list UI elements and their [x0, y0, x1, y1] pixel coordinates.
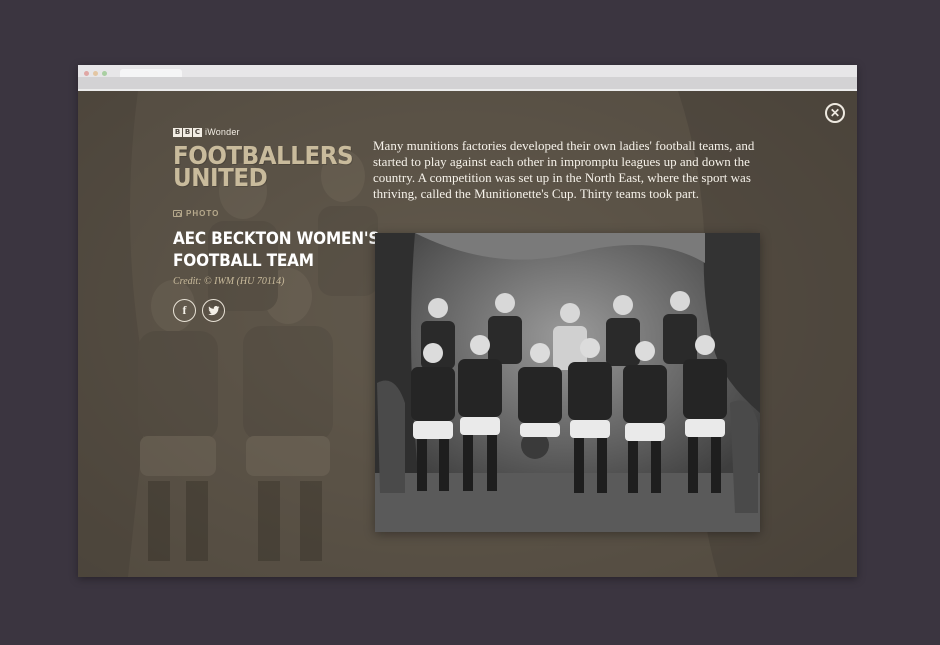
- description-text: Many munitions factories developed their…: [373, 138, 755, 201]
- browser-tab[interactable]: [120, 69, 182, 77]
- iwonder-label: iWonder: [205, 127, 240, 137]
- close-icon[interactable]: ✕: [825, 103, 845, 123]
- media-type-label: PHOTO: [186, 209, 220, 218]
- twitter-bird-icon: [207, 305, 219, 315]
- info-panel: B B C iWonder FOOTBALLERS UNITED PHOTO A…: [173, 127, 380, 322]
- media-type: PHOTO: [173, 209, 353, 218]
- close-window-dot[interactable]: [84, 71, 89, 76]
- photo-credit: Credit: © IWM (HU 70114): [173, 276, 285, 287]
- team-photo-image: [375, 233, 760, 532]
- team-photo: [375, 233, 760, 532]
- photo-title: AEC BECKTON WOMEN'S FOOTBALL TEAM: [173, 229, 380, 271]
- browser-window: ✕ B B C iWonder FOOTBALLERS UNITED PHOTO…: [78, 65, 857, 577]
- bbc-iwonder-logo[interactable]: B B C iWonder: [173, 127, 353, 137]
- share-buttons: f: [173, 299, 353, 322]
- maximize-window-dot[interactable]: [102, 71, 107, 76]
- camera-icon: [173, 210, 182, 217]
- minimize-window-dot[interactable]: [93, 71, 98, 76]
- facebook-share-button[interactable]: f: [173, 299, 196, 322]
- bbc-logo: B B C: [173, 127, 202, 137]
- tab-strip: [78, 77, 857, 89]
- browser-chrome: [78, 65, 857, 91]
- twitter-share-button[interactable]: [202, 299, 225, 322]
- series-title: FOOTBALLERS UNITED: [173, 141, 354, 192]
- lightbox-overlay: ✕ B B C iWonder FOOTBALLERS UNITED PHOTO…: [78, 91, 857, 577]
- facebook-icon: f: [182, 303, 187, 317]
